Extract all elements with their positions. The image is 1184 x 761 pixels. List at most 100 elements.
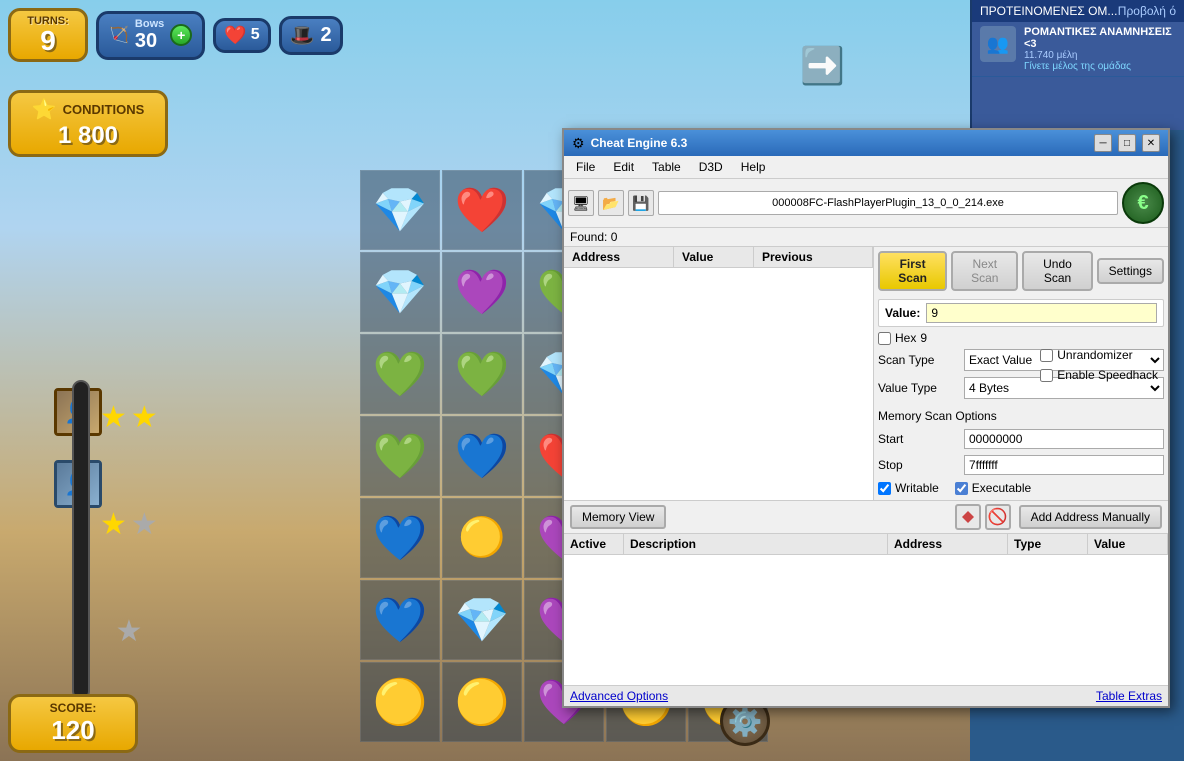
gem-cell: ❤️ — [442, 170, 522, 250]
conditions-value: 1 800 — [23, 122, 153, 150]
addr-col-active: Active — [564, 534, 624, 554]
ce-results-header: Address Value Previous — [564, 247, 873, 268]
executable-row: Executable — [955, 481, 1031, 495]
toolbar-btn-1[interactable]: 🖥 — [568, 190, 594, 216]
star-3: ★ — [100, 507, 127, 542]
writable-checkbox[interactable] — [878, 482, 891, 495]
maximize-button[interactable]: □ — [1118, 134, 1136, 152]
gem-cell: 💎 — [442, 580, 522, 660]
stop-input[interactable] — [964, 455, 1164, 475]
ce-title-text: Cheat Engine 6.3 — [591, 136, 1088, 150]
menu-help[interactable]: Help — [733, 158, 774, 176]
writable-label: Writable — [895, 481, 939, 495]
score-box: SCORE: 120 — [8, 694, 138, 753]
gem-cell: 💎 — [360, 252, 440, 332]
bows-label: Bows — [135, 18, 164, 30]
conditions-box: ⭐ CONDITIONS 1 800 — [8, 90, 168, 157]
social-group-item[interactable]: 👥 ΡΟΜΑΝΤΙΚΕΣ ΑΝΑΜΝΗΣΕΙΣ <3 11.740 μέλη Γ… — [972, 22, 1184, 77]
hex-value: 9 — [920, 331, 927, 345]
close-button[interactable]: ✕ — [1142, 134, 1160, 152]
table-extras-link[interactable]: Table Extras — [1096, 689, 1162, 703]
sidebar-stars: ★ ★ ★ ★ ★ — [100, 400, 158, 649]
social-action-link[interactable]: Προβολή ό — [1118, 4, 1176, 18]
gem-cell: 💎 — [360, 170, 440, 250]
menu-table[interactable]: Table — [644, 158, 689, 176]
settings-scan-button[interactable]: Settings — [1097, 258, 1164, 284]
add-address-button[interactable]: Add Address Manually — [1019, 505, 1162, 529]
next-scan-button[interactable]: Next Scan — [951, 251, 1018, 291]
process-address-bar[interactable] — [658, 191, 1118, 215]
ce-menubar: File Edit Table D3D Help — [564, 156, 1168, 179]
gem-cell: 💙 — [360, 580, 440, 660]
star-2: ★ — [131, 400, 158, 435]
addr-col-address: Address — [888, 534, 1008, 554]
gem-cell: 🟡 — [360, 662, 440, 742]
bow-icon: 🏹 — [109, 25, 129, 45]
unrandomizer-checkbox[interactable] — [1040, 349, 1053, 362]
scan-buttons: First Scan Next Scan Undo Scan Settings — [878, 251, 1164, 291]
add-bows-button[interactable]: + — [170, 24, 192, 46]
social-avatar: 👥 — [980, 26, 1016, 62]
menu-d3d[interactable]: D3D — [691, 158, 731, 176]
hex-row: Hex 9 — [878, 331, 1164, 345]
score-label: SCORE: — [27, 701, 119, 715]
conditions-label: CONDITIONS — [63, 102, 145, 117]
star-4: ★ — [131, 507, 158, 542]
col-address: Address — [564, 247, 674, 267]
social-header: ΠΡΟΤΕΙΝΟΜΕΝΕΣ ΟΜ... Προβολή ό — [972, 0, 1184, 22]
gem-cell: 💚 — [360, 334, 440, 414]
turns-value: 9 — [23, 27, 73, 55]
value-type-label: Value Type — [878, 381, 958, 395]
gem-cell: 🟡 — [442, 498, 522, 578]
gem-cell: 🟡 — [442, 662, 522, 742]
social-members: 11.740 μέλη — [1024, 50, 1176, 61]
no-entry-button[interactable]: 🚫 — [985, 504, 1011, 530]
hex-label: Hex — [895, 331, 916, 345]
addr-col-value: Value — [1088, 534, 1168, 554]
gem-cell: 💜 — [442, 252, 522, 332]
bonus-icon: 🎩 — [290, 23, 315, 48]
writable-row: Writable — [878, 481, 939, 495]
toolbar-btn-3[interactable]: 💾 — [628, 190, 654, 216]
ce-bottom-bar: Memory View 🚫 Add Address Manually — [564, 500, 1168, 533]
value-label: Value: — [885, 306, 920, 320]
social-title: ΠΡΟΤΕΙΝΟΜΕΝΕΣ ΟΜ... — [980, 4, 1117, 18]
gem-cell: 💙 — [442, 416, 522, 496]
minimize-button[interactable]: ─ — [1094, 134, 1112, 152]
unrandomizer-label: Unrandomizer — [1057, 348, 1132, 362]
social-join-cta[interactable]: Γίνετε μέλος της ομάδας — [1024, 61, 1176, 72]
memory-view-button[interactable]: Memory View — [570, 505, 666, 529]
speedhack-checkbox[interactable] — [1040, 369, 1053, 382]
next-arrow-button[interactable]: ➡️ — [800, 45, 845, 87]
addr-col-type: Type — [1008, 534, 1088, 554]
stop-scan-button[interactable] — [955, 504, 981, 530]
advanced-options-link[interactable]: Advanced Options — [570, 689, 668, 703]
hex-checkbox[interactable] — [878, 332, 891, 345]
executable-checkbox[interactable] — [955, 482, 968, 495]
progress-bar — [72, 380, 90, 700]
start-label: Start — [878, 432, 958, 446]
conditions-star-icon: ⭐ — [32, 97, 57, 122]
turns-box: TURNS: 9 — [8, 8, 88, 62]
start-input[interactable] — [964, 429, 1164, 449]
ce-scan-panel: First Scan Next Scan Undo Scan Settings … — [874, 247, 1168, 500]
start-row: Start — [878, 429, 1164, 449]
ce-titlebar: ⚙ Cheat Engine 6.3 ─ □ ✕ — [564, 130, 1168, 156]
gem-cell: 💙 — [360, 498, 440, 578]
stop-label: Stop — [878, 458, 958, 472]
first-scan-button[interactable]: First Scan — [878, 251, 947, 291]
menu-file[interactable]: File — [568, 158, 603, 176]
scan-type-label: Scan Type — [878, 353, 958, 367]
ce-addr-body — [564, 555, 1168, 685]
gem-cell: 💚 — [442, 334, 522, 414]
value-row: Value: — [878, 299, 1164, 327]
undo-scan-button[interactable]: Undo Scan — [1022, 251, 1092, 291]
menu-edit[interactable]: Edit — [605, 158, 642, 176]
memory-scan-title: Memory Scan Options — [878, 409, 1164, 423]
ce-results-body — [564, 268, 873, 500]
toolbar-btn-2[interactable]: 📂 — [598, 190, 624, 216]
ce-main-area: Address Value Previous First Scan Next S… — [564, 247, 1168, 500]
value-input[interactable] — [926, 303, 1157, 323]
unrandomizer-row: Unrandomizer — [1040, 348, 1158, 362]
ce-toolbar: 🖥 📂 💾 € — [564, 179, 1168, 228]
